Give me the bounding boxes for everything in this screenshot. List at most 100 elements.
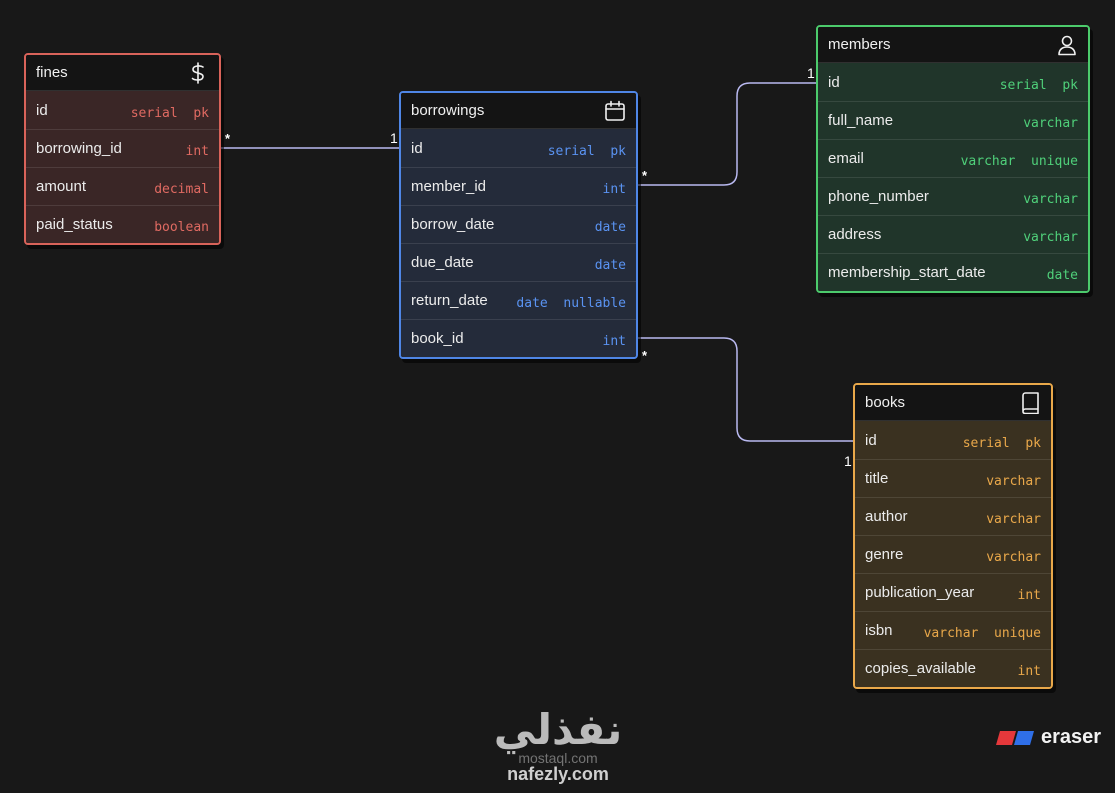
field-type: varchar unique	[960, 154, 1078, 169]
field-list: id serial pk title varchar author varchar g…	[855, 421, 1051, 687]
table-header[interactable]: fines	[26, 55, 219, 91]
field-name: borrow_date	[411, 216, 495, 233]
field-name: full_name	[828, 112, 894, 129]
field-row[interactable]: id serial pk	[401, 129, 636, 167]
field-name: genre	[865, 546, 904, 563]
connector-borrowings-members[interactable]	[636, 82, 819, 186]
table-header[interactable]: books	[855, 385, 1051, 421]
field-type: int	[1017, 664, 1041, 679]
field-row[interactable]: member_id int	[401, 167, 636, 205]
field-name: isbn	[865, 622, 893, 639]
field-name: copies_available	[865, 660, 976, 677]
field-row[interactable]: amount decimal	[26, 167, 219, 205]
field-name: address	[828, 226, 882, 243]
table-header[interactable]: borrowings	[401, 93, 636, 129]
field-row[interactable]: book_id int	[401, 319, 636, 357]
table-fines[interactable]: fines id serial pk borrowing_id int amount…	[24, 53, 221, 245]
field-type: serial pk	[547, 143, 626, 159]
field-type: int	[1017, 588, 1041, 603]
field-type: varchar	[1023, 192, 1078, 207]
field-type: varchar unique	[923, 626, 1041, 641]
field-row[interactable]: isbn varchar unique	[855, 611, 1051, 649]
field-name: member_id	[411, 178, 487, 195]
field-name: id	[828, 73, 840, 91]
field-row[interactable]: paid_status boolean	[26, 205, 219, 243]
connector-borrowings-books[interactable]	[636, 337, 856, 442]
field-name: borrowing_id	[36, 140, 122, 157]
field-name: due_date	[411, 254, 474, 271]
field-type: varchar	[1023, 230, 1078, 245]
cardinality-one: 1	[807, 65, 815, 81]
dollar-icon	[187, 61, 209, 84]
field-row[interactable]: id serial pk	[818, 63, 1088, 101]
cardinality-many: *	[225, 131, 231, 146]
field-type: serial pk	[130, 105, 209, 121]
watermark-url: nafezly.com	[507, 764, 609, 784]
field-type: varchar	[1023, 116, 1078, 131]
field-type: int	[602, 334, 626, 349]
field-row[interactable]: due_date date	[401, 243, 636, 281]
user-icon	[1056, 34, 1078, 56]
field-name: publication_year	[865, 584, 975, 601]
table-books[interactable]: books id serial pk title varchar author var…	[853, 383, 1053, 689]
field-name: amount	[36, 178, 87, 195]
field-row[interactable]: id serial pk	[855, 421, 1051, 459]
table-title: fines	[36, 64, 68, 81]
field-list: id serial pk borrowing_id int amount decima…	[26, 91, 219, 243]
table-title: members	[828, 36, 891, 53]
table-header[interactable]: members	[818, 27, 1088, 63]
field-type: date	[594, 258, 626, 273]
cardinality-many: *	[642, 348, 648, 363]
field-row[interactable]: title varchar	[855, 459, 1051, 497]
watermark-arabic: نفذلي	[493, 706, 623, 753]
field-row[interactable]: id serial pk	[26, 91, 219, 129]
field-type: date nullable	[516, 296, 626, 311]
field-name: email	[828, 150, 864, 167]
field-type: decimal	[154, 182, 209, 197]
field-list: id serial pk member_id int borrow_date date…	[401, 129, 636, 357]
table-borrowings[interactable]: borrowings id serial pk member_id int borr…	[399, 91, 638, 359]
field-type: boolean	[154, 220, 209, 235]
field-row[interactable]: address varchar	[818, 215, 1088, 253]
field-name: membership_start_date	[828, 264, 986, 281]
field-name: phone_number	[828, 188, 929, 205]
field-type: varchar	[986, 512, 1041, 527]
field-type: int	[602, 182, 626, 197]
field-row[interactable]: author varchar	[855, 497, 1051, 535]
field-row[interactable]: membership_start_date date	[818, 253, 1088, 291]
field-name: return_date	[411, 292, 488, 309]
field-type: int	[185, 144, 209, 159]
eraser-logo-icon	[996, 730, 1034, 745]
field-row[interactable]: genre varchar	[855, 535, 1051, 573]
field-name: id	[411, 139, 423, 157]
field-row[interactable]: copies_available int	[855, 649, 1051, 687]
field-row[interactable]: full_name varchar	[818, 101, 1088, 139]
field-row[interactable]: email varchar unique	[818, 139, 1088, 177]
cardinality-one: 1	[844, 453, 852, 469]
field-type: varchar	[986, 550, 1041, 565]
eraser-brand[interactable]: eraser	[995, 726, 1101, 749]
field-name: id	[865, 431, 877, 449]
field-type: serial pk	[999, 77, 1078, 93]
field-name: author	[865, 508, 908, 525]
field-name: id	[36, 101, 48, 119]
field-row[interactable]: borrowing_id int	[26, 129, 219, 167]
field-row[interactable]: phone_number varchar	[818, 177, 1088, 215]
field-row[interactable]: borrow_date date	[401, 205, 636, 243]
table-members[interactable]: members id serial pk full_name varchar ema…	[816, 25, 1090, 293]
field-row[interactable]: publication_year int	[855, 573, 1051, 611]
field-type: varchar	[986, 474, 1041, 489]
field-name: title	[865, 470, 889, 487]
field-row[interactable]: return_date date nullable	[401, 281, 636, 319]
calendar-icon	[604, 100, 626, 122]
table-title: books	[865, 394, 906, 411]
field-list: id serial pk full_name varchar email varcha…	[818, 63, 1088, 291]
field-type: date	[1046, 268, 1078, 283]
cardinality-one: 1	[390, 130, 398, 146]
watermark-url-faint: mostaql.com	[518, 750, 598, 766]
field-name: book_id	[411, 330, 464, 347]
table-title: borrowings	[411, 102, 485, 119]
book-icon	[1019, 391, 1041, 414]
diagram-canvas[interactable]: * 1 * 1 * 1 fines id serial pk borrowing_…	[0, 0, 1115, 793]
cardinality-many: *	[642, 168, 648, 183]
